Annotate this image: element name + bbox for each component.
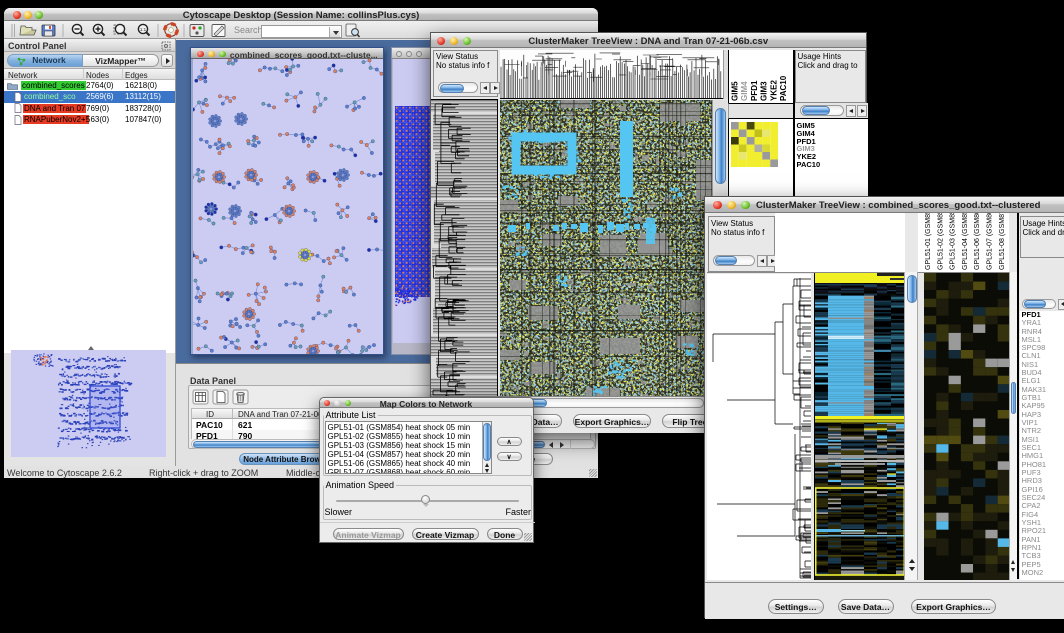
svg-text:PFD1: PFD1 [750, 80, 759, 101]
svg-text:GPL51-01 (GSM854): GPL51-01 (GSM854) [925, 213, 932, 270]
svg-text:GIM3: GIM3 [760, 80, 769, 100]
svg-text:PAC10: PAC10 [779, 75, 788, 101]
svg-text:1:1: 1:1 [140, 27, 147, 32]
svg-text:GPL51-07 (GSM868): GPL51-07 (GSM868) [987, 213, 994, 270]
svg-text:GPL51-06 (GSM865): GPL51-06 (GSM865) [974, 213, 981, 270]
svg-text:GPL51-04 (GSM857): GPL51-04 (GSM857) [962, 213, 969, 270]
svg-text:GPL51-03 (GSM856): GPL51-03 (GSM856) [950, 213, 957, 270]
svg-text:GPL51-08 (GSM872): GPL51-08 (GSM872) [999, 213, 1006, 270]
svg-text:GPL51-02 (GSM855): GPL51-02 (GSM855) [937, 213, 944, 270]
svg-text:YKE2: YKE2 [769, 79, 778, 100]
svg-text:GIM5: GIM5 [731, 80, 740, 100]
svg-text:GIM4: GIM4 [740, 80, 749, 100]
